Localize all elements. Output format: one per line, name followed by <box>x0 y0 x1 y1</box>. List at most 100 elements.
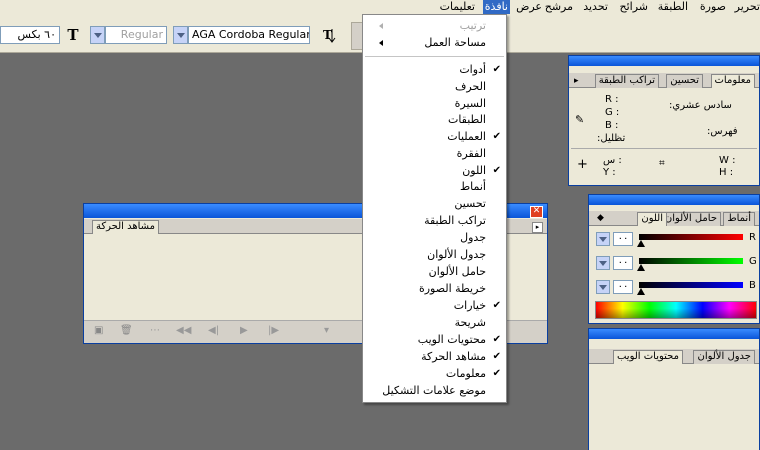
tab-web-content[interactable]: محتويات الويب <box>612 350 683 364</box>
panel-menu-icon[interactable]: ▸ <box>532 222 543 233</box>
menu-item-diacritics[interactable]: موضع علامات التشكيل <box>363 383 506 399</box>
menu-item-label: السيرة <box>454 97 486 110</box>
web-panel-titlebar[interactable] <box>589 329 759 339</box>
menu-item-label: خريطة الصورة <box>418 282 486 295</box>
new-frame-icon[interactable]: ▣ <box>94 325 103 336</box>
menu-item-label: خيارات <box>453 299 486 312</box>
menu-slices[interactable]: شرائح <box>619 0 648 14</box>
color-g-slider[interactable] <box>639 258 743 264</box>
menu-item-label: الفقرة <box>456 147 486 160</box>
color-r-slider[interactable] <box>639 234 743 240</box>
check-icon: ✔ <box>492 131 501 142</box>
menu-view[interactable]: عرض <box>516 0 542 14</box>
menu-filter[interactable]: مرشح <box>545 0 573 14</box>
menu-item-color-table[interactable]: جدول الألوان <box>363 247 506 263</box>
loop-dropdown-icon[interactable]: ▾ <box>324 325 329 336</box>
tab-scroll-icon[interactable]: ◆ <box>597 213 604 223</box>
menu-select[interactable]: تحديد <box>583 0 608 14</box>
next-frame-icon[interactable]: |▶ <box>268 325 279 336</box>
menu-item-animation[interactable]: ✔ مشاهد الحركة <box>363 349 506 365</box>
menu-item-slice[interactable]: شريحة <box>363 315 506 331</box>
submenu-arrow-icon <box>379 23 383 29</box>
menu-item-table[interactable]: جدول <box>363 230 506 246</box>
font-style-field[interactable]: Regular <box>105 26 167 44</box>
tab-animation[interactable]: مشاهد الحركة <box>92 220 159 234</box>
menu-item-paragraph[interactable]: الفقرة <box>363 146 506 162</box>
info-hex: سادس عشري: <box>669 100 732 111</box>
trash-icon[interactable]: 🗑 <box>120 325 133 336</box>
menu-item-label: أنماط <box>459 180 486 193</box>
tween-icon[interactable]: ⋯ <box>150 325 160 336</box>
color-g-label: G <box>749 256 757 267</box>
info-panel-titlebar[interactable] <box>569 56 759 66</box>
tab-swatches[interactable]: حامل الألوان <box>660 212 721 226</box>
text-size-icon: T <box>67 26 79 44</box>
info-tabbar: معلومات تحسين تراكب الطبقة <box>569 73 759 88</box>
check-icon: ✔ <box>492 351 501 362</box>
menu-help[interactable]: تعليمات <box>440 0 475 14</box>
menu-item-layers[interactable]: الطبقات <box>363 112 506 128</box>
menu-item-label: موضع علامات التشكيل <box>382 384 486 397</box>
menu-item-workspace[interactable]: مساحة العمل <box>363 35 506 51</box>
color-spectrum-ramp[interactable] <box>595 301 757 319</box>
menu-item-info[interactable]: ✔ معلومات <box>363 366 506 382</box>
menu-bar: تحرير صورة الطبقة شرائح تحديد مرشح عرض ن… <box>0 0 760 14</box>
color-panel-titlebar[interactable] <box>589 195 759 205</box>
selection-size-icon: ⌗ <box>659 158 665 169</box>
color-r-dropdown[interactable] <box>596 232 610 246</box>
menu-layer[interactable]: الطبقة <box>658 0 688 14</box>
menu-item-swatches[interactable]: حامل الألوان <box>363 264 506 280</box>
color-g-value[interactable]: ٠٠ <box>613 256 633 270</box>
menu-item-web-content[interactable]: ✔ محتويات الويب <box>363 332 506 348</box>
color-b-slider[interactable] <box>639 282 743 288</box>
menu-window[interactable]: نافذة <box>482 0 510 14</box>
info-y: Y : <box>603 167 616 178</box>
color-g-thumb[interactable] <box>637 264 645 271</box>
tab-info[interactable]: معلومات <box>710 74 755 88</box>
tab-color-table[interactable]: جدول الألوان <box>693 350 755 364</box>
font-size-field[interactable]: ٦٠ بكس <box>0 26 60 44</box>
menu-item-label: اللون <box>462 164 486 177</box>
color-b-value[interactable]: ٠٠ <box>613 280 633 294</box>
font-family-dropdown-button[interactable] <box>173 26 188 44</box>
color-g-dropdown[interactable] <box>596 256 610 270</box>
text-orientation-icon[interactable]: T <box>319 25 339 45</box>
color-b-dropdown[interactable] <box>596 280 610 294</box>
close-icon[interactable]: ✕ <box>530 206 543 218</box>
menu-item-arrange[interactable]: ترتيب <box>363 18 506 34</box>
window-menu: ترتيب مساحة العمل ✔ أدوات الحرف السيرة ال… <box>362 14 507 403</box>
tab-optimize[interactable]: تحسين <box>666 74 703 88</box>
info-divider <box>571 148 757 149</box>
tab-styles[interactable]: أنماط <box>723 212 755 226</box>
menu-item-label: جدول الألوان <box>427 248 486 261</box>
menu-edit[interactable]: تحرير <box>735 0 760 14</box>
menu-item-actions[interactable]: ✔ العمليات <box>363 129 506 145</box>
color-r-value[interactable]: ٠٠ <box>613 232 633 246</box>
font-style-dropdown-button[interactable] <box>90 26 105 44</box>
tab-layer-comps[interactable]: تراكب الطبقة <box>594 74 659 88</box>
check-icon: ✔ <box>492 64 501 75</box>
info-r: R : <box>605 94 619 105</box>
check-icon: ✔ <box>492 368 501 379</box>
panel-menu-icon[interactable]: ▸ <box>574 76 579 86</box>
menu-item-character[interactable]: الحرف <box>363 79 506 95</box>
color-r-thumb[interactable] <box>637 240 645 247</box>
color-b-thumb[interactable] <box>637 288 645 295</box>
menu-item-color[interactable]: ✔ اللون <box>363 163 506 179</box>
menu-item-label: حامل الألوان <box>428 265 486 278</box>
prev-frame-icon[interactable]: ◀| <box>208 325 219 336</box>
tab-color[interactable]: اللون <box>637 212 667 226</box>
info-h: H : <box>719 167 734 178</box>
menu-item-layer-comps[interactable]: تراكب الطبقة <box>363 213 506 229</box>
menu-item-styles[interactable]: أنماط <box>363 179 506 195</box>
menu-item-optimize[interactable]: تحسين <box>363 196 506 212</box>
menu-item-history[interactable]: السيرة <box>363 96 506 112</box>
menu-item-tools[interactable]: ✔ أدوات <box>363 62 506 78</box>
rewind-icon[interactable]: ◀◀ <box>176 325 191 336</box>
menu-image[interactable]: صورة <box>700 0 726 14</box>
menu-item-options[interactable]: ✔ خيارات <box>363 298 506 314</box>
play-icon[interactable]: ▶ <box>240 325 248 336</box>
menu-separator <box>365 56 504 57</box>
menu-item-image-map[interactable]: خريطة الصورة <box>363 281 506 297</box>
font-family-field[interactable]: AGA Cordoba Regular <box>188 26 310 44</box>
